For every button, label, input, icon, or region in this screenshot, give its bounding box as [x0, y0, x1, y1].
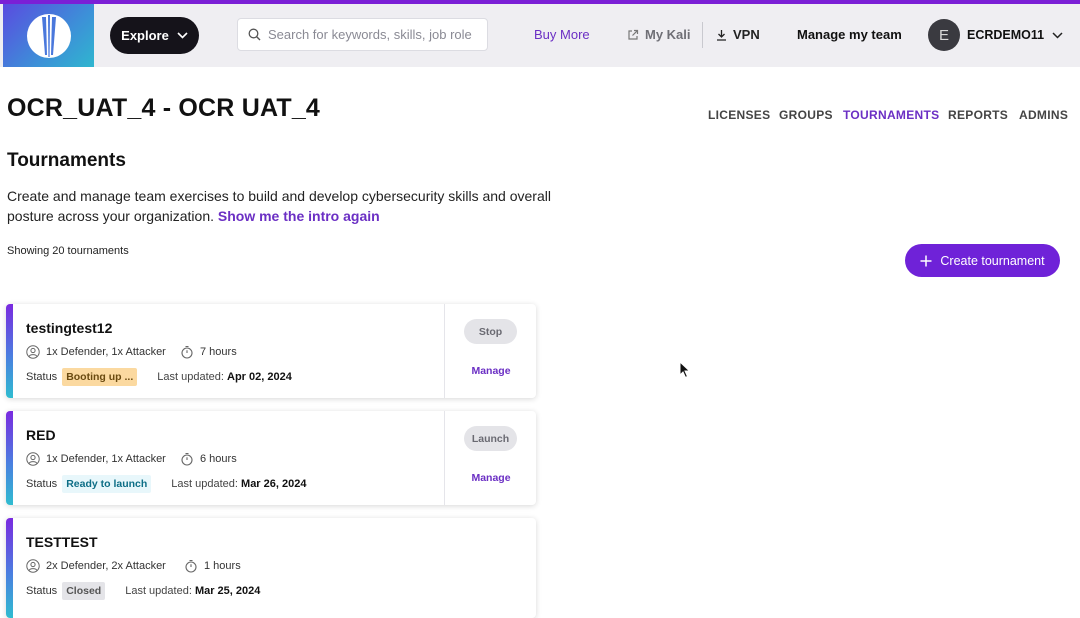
last-updated: Last updated: Apr 02, 2024 [157, 371, 292, 383]
stopwatch-icon [181, 345, 193, 359]
my-kali-label: My Kali [645, 27, 691, 42]
status-badge: Closed [62, 582, 106, 600]
chevron-down-icon [177, 32, 188, 39]
create-tournament-label: Create tournament [940, 253, 1045, 268]
card-accent [6, 411, 13, 505]
avatar[interactable]: E [928, 19, 960, 51]
card-actions: Stop Manage [444, 304, 536, 398]
tournament-status-row: Status Ready to launch Last updated: Mar… [26, 475, 306, 493]
launch-button[interactable]: Launch [464, 426, 517, 451]
card-accent [6, 518, 13, 618]
section-title: Tournaments [7, 150, 126, 171]
tournament-status-row: Status Booting up ... Last updated: Apr … [26, 368, 292, 386]
my-kali-link[interactable]: My Kali [627, 27, 691, 42]
download-icon [717, 29, 726, 41]
tournament-card: TESTTEST 2x Defender, 2x Attacker 1 hour… [6, 518, 536, 618]
last-updated-date: Mar 26, 2024 [241, 478, 307, 490]
vpn-link[interactable]: VPN [716, 27, 760, 42]
tab-reports[interactable]: REPORTS [948, 108, 1008, 122]
user-icon [26, 452, 40, 466]
external-link-icon [628, 29, 639, 40]
vpn-label: VPN [733, 27, 760, 42]
page-title: OCR_UAT_4 - OCR UAT_4 [7, 94, 321, 122]
buy-more-link[interactable]: Buy More [534, 27, 590, 42]
user-menu[interactable]: ECRDEMO11 [967, 28, 1063, 42]
manage-link[interactable]: Manage [445, 472, 536, 484]
tab-admins[interactable]: ADMINS [1019, 108, 1068, 122]
tournament-roles: 2x Defender, 2x Attacker [46, 560, 166, 572]
stopwatch-icon [185, 559, 197, 573]
manage-team-label: Manage my team [797, 27, 902, 42]
tournament-status-row: Status Closed Last updated: Mar 25, 2024 [26, 582, 260, 600]
buy-more-label: Buy More [534, 27, 590, 42]
username-label: ECRDEMO11 [967, 28, 1045, 42]
tournament-count: Showing 20 tournaments [7, 245, 129, 257]
tab-groups[interactable]: GROUPS [779, 108, 833, 122]
tournament-roles: 1x Defender, 1x Attacker [46, 346, 166, 358]
last-updated-date: Apr 02, 2024 [227, 371, 292, 383]
tournament-meta: 1x Defender, 1x Attacker 7 hours [26, 345, 237, 359]
nav-divider [702, 22, 703, 48]
tournament-meta: 1x Defender, 1x Attacker 6 hours [26, 452, 237, 466]
tournament-name: testingtest12 [26, 320, 113, 336]
status-label: Status [26, 585, 58, 597]
avatar-initial: E [938, 26, 949, 44]
user-icon [26, 559, 40, 573]
tournament-card: testingtest12 1x Defender, 1x Attacker 7… [6, 304, 536, 398]
user-icon [26, 345, 40, 359]
brand-logo-icon [26, 13, 71, 58]
tournament-duration: 6 hours [200, 453, 237, 465]
plus-icon [920, 255, 932, 266]
chevron-down-icon [1052, 31, 1063, 39]
explore-label: Explore [121, 28, 169, 43]
tournament-meta: 2x Defender, 2x Attacker 1 hours [26, 559, 241, 573]
manage-team-link[interactable]: Manage my team [797, 27, 902, 42]
tab-licenses[interactable]: LICENSES [708, 108, 770, 122]
tournament-duration: 7 hours [200, 346, 237, 358]
stopwatch-icon [181, 452, 193, 466]
card-accent [6, 304, 13, 398]
page-description: Create and manage team exercises to buil… [7, 186, 587, 226]
status-badge: Booting up ... [62, 368, 138, 386]
explore-button[interactable]: Explore [110, 17, 199, 54]
create-tournament-button[interactable]: Create tournament [905, 244, 1060, 277]
search-box[interactable] [237, 18, 488, 51]
tournament-name: RED [26, 427, 56, 443]
search-icon [248, 28, 261, 41]
stop-button[interactable]: Stop [464, 319, 517, 344]
tournament-duration: 1 hours [204, 560, 241, 572]
show-intro-link[interactable]: Show me the intro again [218, 208, 380, 224]
tournament-name: TESTTEST [26, 534, 98, 550]
last-updated: Last updated: Mar 26, 2024 [171, 478, 307, 490]
last-updated-date: Mar 25, 2024 [194, 585, 261, 597]
last-updated: Last updated: Mar 25, 2024 [125, 585, 261, 597]
manage-link[interactable]: Manage [445, 365, 536, 377]
tournament-roles: 1x Defender, 1x Attacker [46, 453, 166, 465]
status-label: Status [26, 371, 58, 383]
mouse-cursor-icon [679, 361, 691, 379]
card-actions: Launch Manage [444, 411, 536, 505]
brand-logo[interactable] [3, 4, 94, 67]
tournament-card: RED 1x Defender, 1x Attacker 6 hours Sta… [6, 411, 536, 505]
status-badge: Ready to launch [62, 475, 152, 493]
search-input[interactable] [268, 27, 478, 42]
tab-tournaments[interactable]: TOURNAMENTS [843, 108, 939, 122]
status-label: Status [26, 478, 58, 490]
